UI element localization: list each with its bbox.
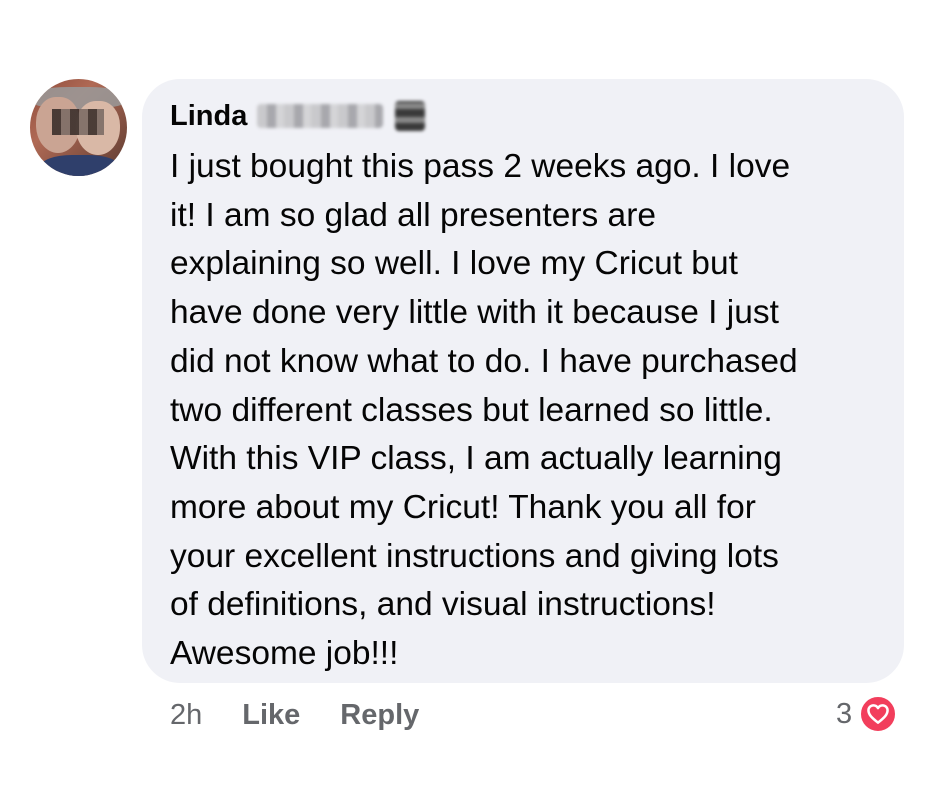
- comment-page: Linda I just bought this pass 2 weeks ag…: [0, 0, 940, 788]
- comment-timestamp[interactable]: 2h: [170, 699, 202, 732]
- heart-icon: [858, 694, 899, 734]
- avatar-shirt: [40, 155, 120, 176]
- reaction-summary[interactable]: 3: [836, 692, 899, 736]
- comment-text: I just bought this pass 2 weeks ago. I l…: [170, 148, 798, 673]
- redacted-surname: [257, 104, 384, 128]
- author-name[interactable]: Linda: [170, 100, 247, 133]
- comment-actions: 2h Like Reply: [170, 695, 419, 735]
- comment-bubble: Linda I just bought this pass 2 weeks ag…: [142, 79, 904, 683]
- avatar[interactable]: [30, 79, 127, 176]
- comment-author[interactable]: Linda: [170, 99, 426, 133]
- like-button[interactable]: Like: [242, 699, 300, 732]
- reply-button[interactable]: Reply: [340, 699, 419, 732]
- heart-icon-glyph: [867, 704, 889, 724]
- redacted-badge: [395, 101, 426, 131]
- avatar-pixelation: [52, 109, 104, 135]
- reaction-count: 3: [836, 697, 853, 730]
